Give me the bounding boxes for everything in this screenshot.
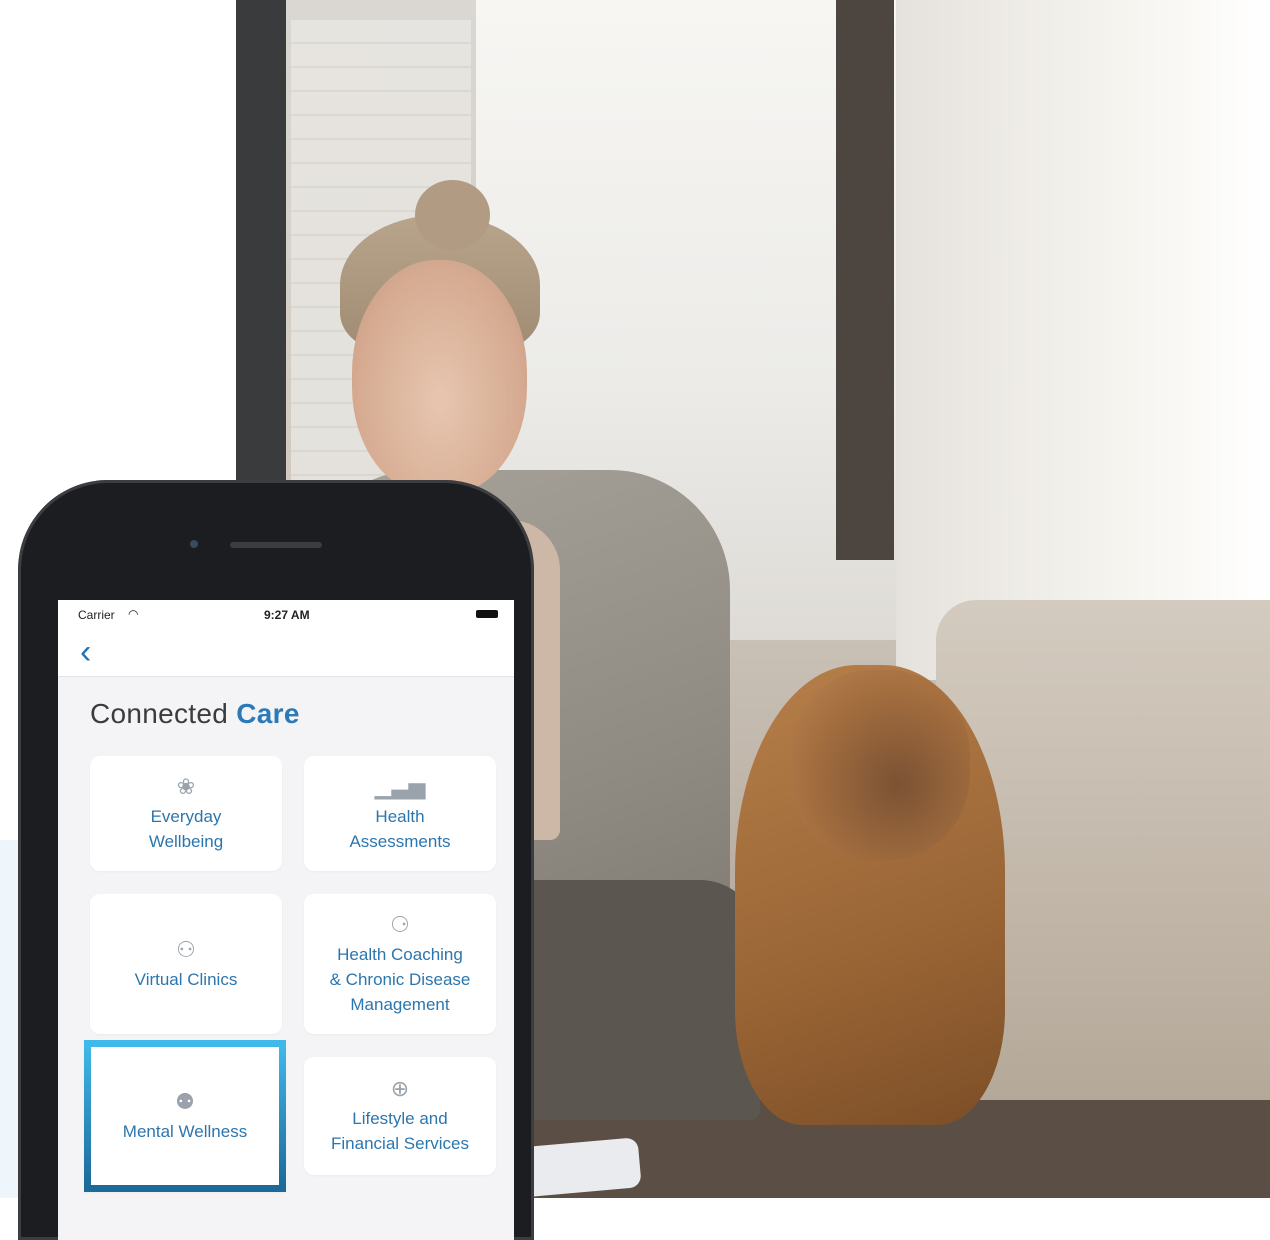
tile-label: Everyday Wellbeing	[148, 806, 224, 851]
battery-icon	[476, 610, 498, 618]
person-face	[352, 260, 527, 495]
tile-lifestyle-financial[interactable]: ⊕ Lifestyle and Financial Services	[304, 1057, 496, 1175]
brain-icon: ⚉	[175, 1088, 195, 1114]
window-frame-mid	[836, 0, 894, 560]
window-light	[896, 0, 1270, 680]
tile-label: Mental Wellness	[122, 1121, 248, 1141]
tile-label: Health Coaching & Chronic Disease Manage…	[329, 944, 471, 1014]
bar-chart-icon: ▁▃▅	[374, 773, 426, 799]
tile-virtual-clinics[interactable]: ⚇ Virtual Clinics	[90, 894, 282, 1034]
tile-label: Virtual Clinics	[134, 969, 238, 989]
tile-mental-wellness[interactable]: ⚉ Mental Wellness	[84, 1040, 286, 1192]
title-accent: Care	[236, 698, 300, 729]
carrier-label: Carrier	[78, 608, 115, 622]
tile-label: Lifestyle and Financial Services	[331, 1109, 469, 1153]
page-title: Connected Care	[90, 698, 300, 730]
status-time: 9:27 AM	[264, 608, 310, 622]
title-prefix: Connected	[90, 698, 229, 729]
front-camera	[190, 540, 198, 548]
plus-circle-icon: ⊕	[390, 1076, 410, 1101]
tile-health-coaching[interactable]: ⚆ Health Coaching & Chronic Disease Mana…	[304, 894, 496, 1034]
person-hair-bun	[415, 180, 490, 250]
status-bar: Carrier ◠ 9:27 AM	[58, 600, 514, 630]
tile-health-assessments[interactable]: ▁▃▅ Health Assessments	[304, 756, 496, 871]
dog-face	[790, 670, 970, 860]
nav-bar: ‹	[58, 630, 514, 677]
tile-everyday-wellbeing[interactable]: ❀ Everyday Wellbeing	[90, 756, 282, 871]
lotus-icon: ❀	[176, 773, 196, 799]
back-chevron-icon[interactable]: ‹	[80, 634, 110, 670]
doctor-icon: ⚇	[176, 936, 196, 962]
app-screen: Carrier ◠ 9:27 AM ‹ Connected Care ❀ Eve…	[58, 600, 514, 1240]
tile-label: Health Assessments	[349, 806, 451, 851]
smartphone-mockup: Carrier ◠ 9:27 AM ‹ Connected Care ❀ Eve…	[18, 480, 534, 1240]
coach-icon: ⚆	[390, 911, 410, 937]
window-frame	[236, 0, 286, 560]
wifi-icon: ◠	[128, 607, 139, 621]
earpiece-speaker	[230, 542, 322, 548]
